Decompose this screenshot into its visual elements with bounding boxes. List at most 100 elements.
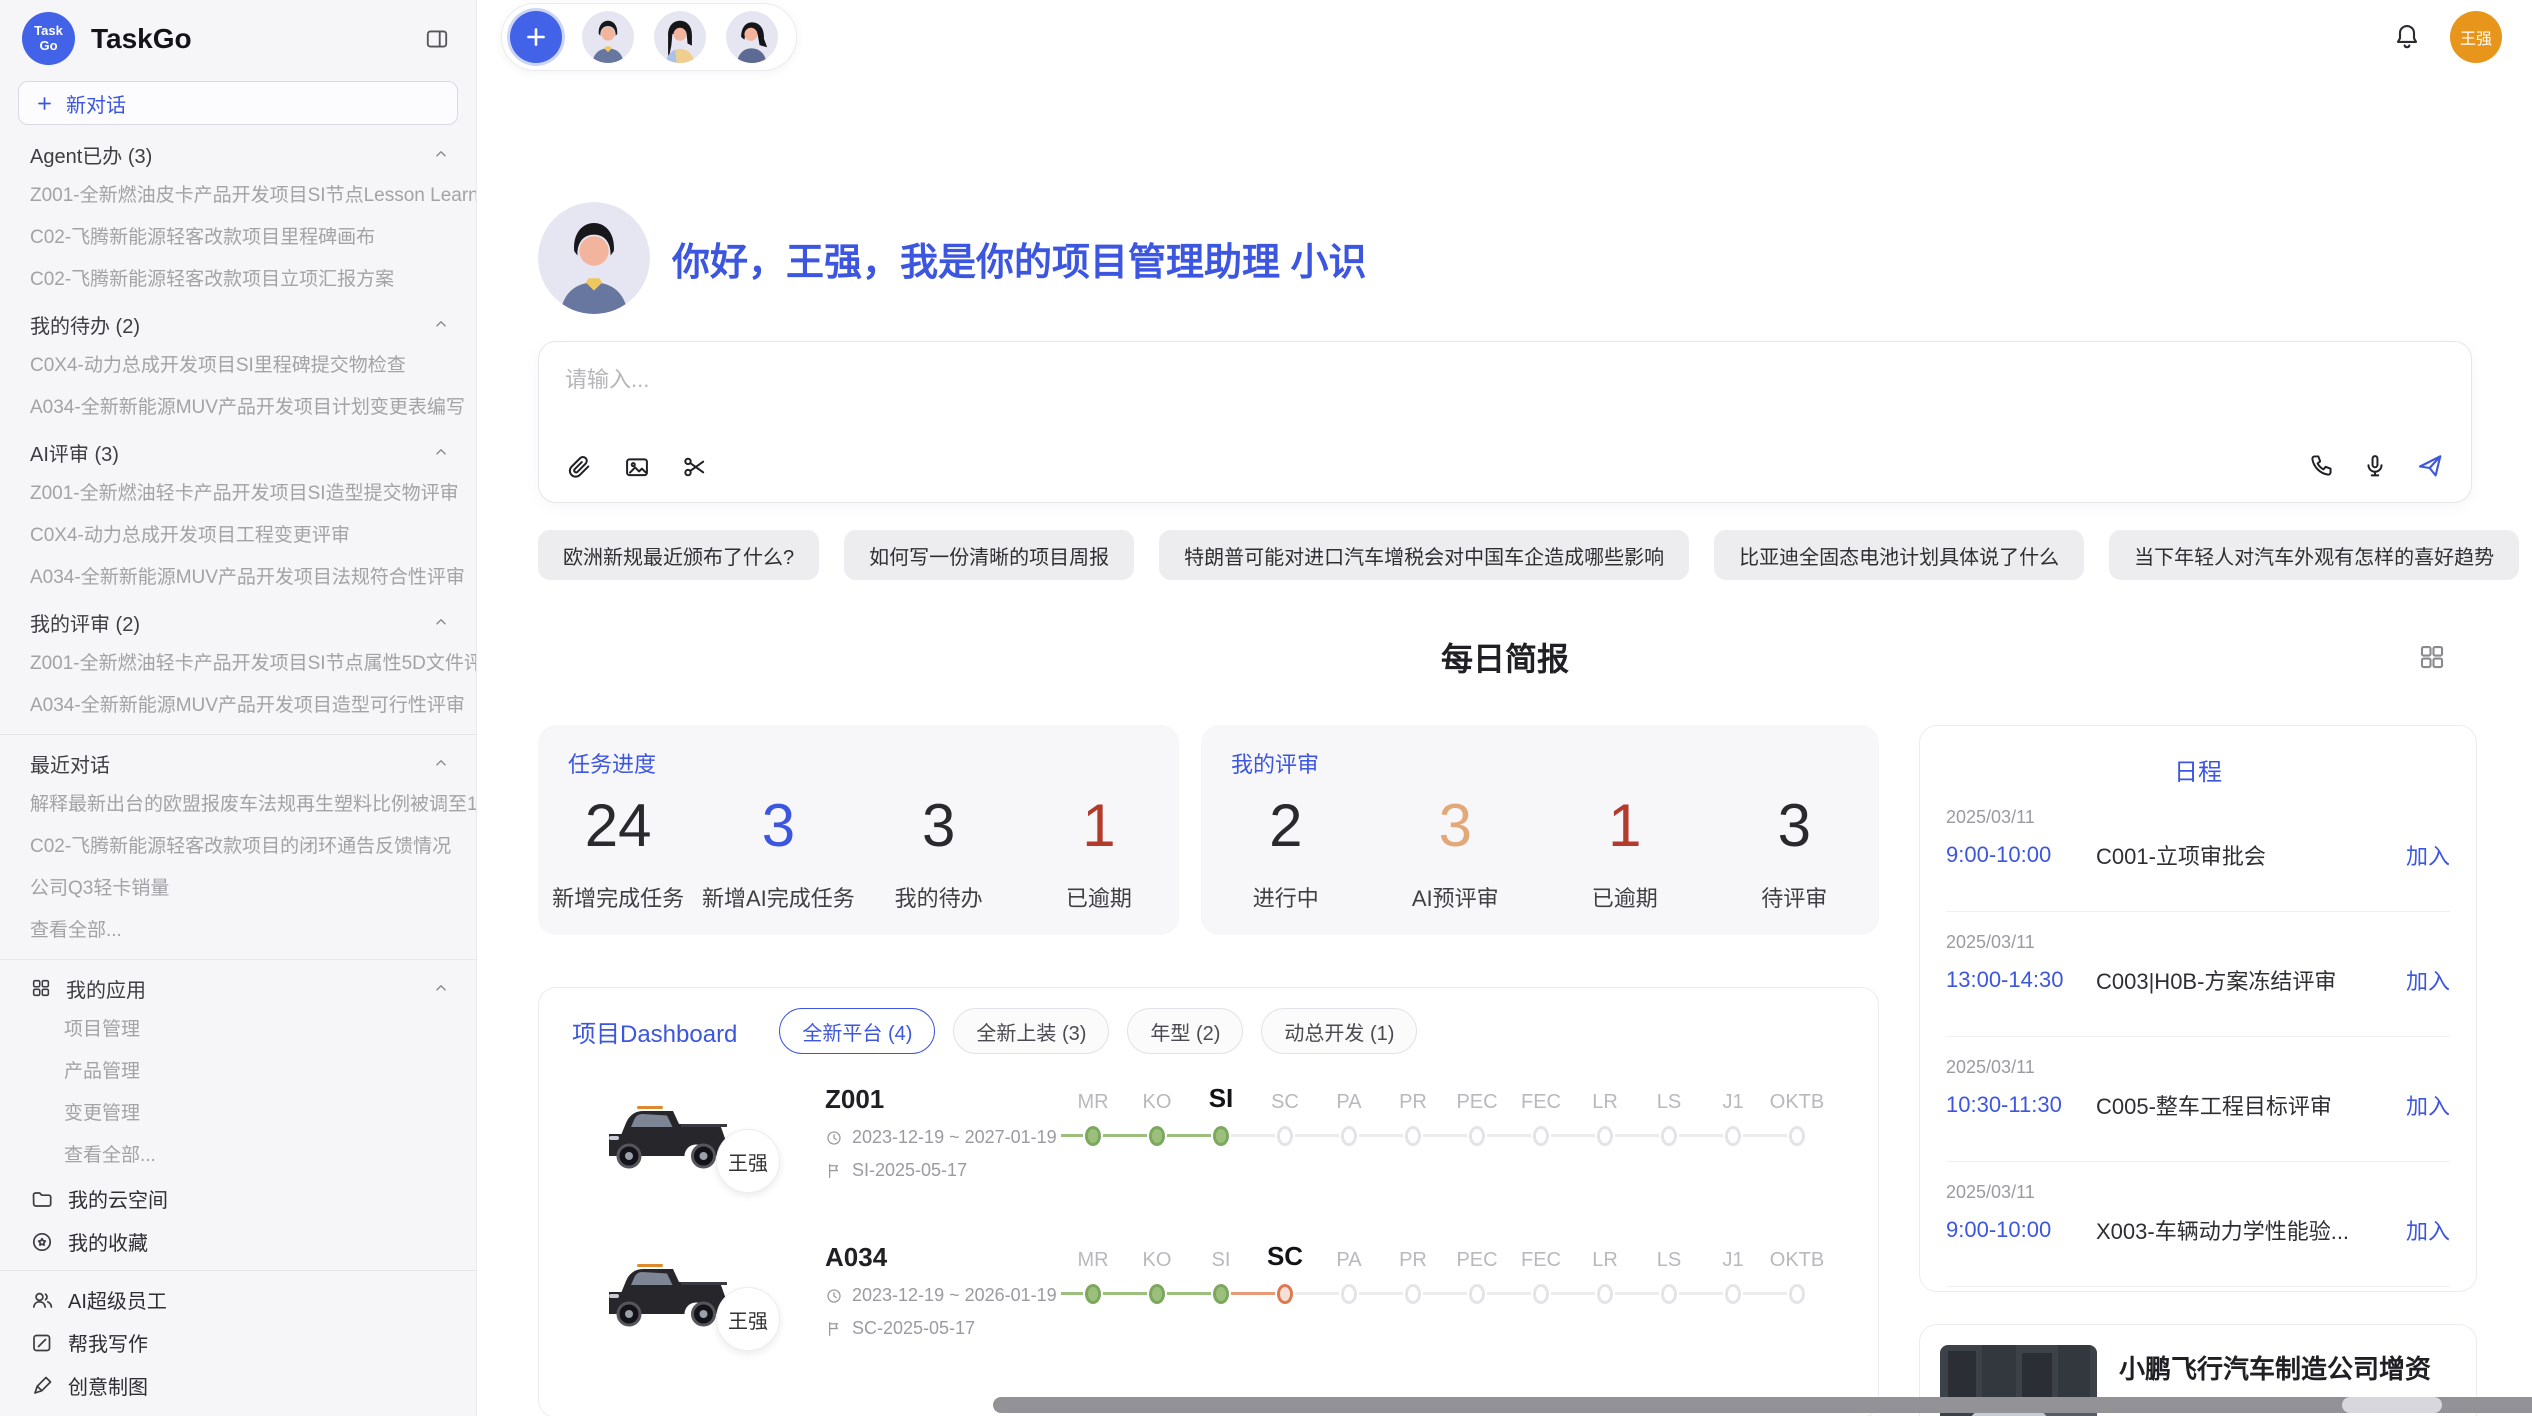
schedule-item[interactable]: 2025/03/119:00-10:00X003-车辆动力学性能验...加入 [1946,1162,2450,1287]
milestone-dot [1149,1284,1165,1304]
suggestion-chips: 欧洲新规最近颁布了什么? 如何写一份清晰的项目周报特朗普可能对进口汽车增税会对中国… [538,530,2472,580]
sidebar-item[interactable]: Z001-全新燃油轻卡产品开发项目SI造型提交物评审 [0,473,476,515]
greeting-row: 你好，王强，我是你的项目管理助理 小识 [538,202,2472,314]
news-title: 小鹏飞行汽车制造公司增资 [2119,1349,2456,1386]
write-icon [30,1331,54,1355]
milestone-track: MRKOSISCPAPRPECFECLRLSJ1OKTB [1061,1082,1829,1182]
milestone-dot [1469,1126,1485,1146]
join-meeting-button[interactable]: 加入 [2406,964,2450,996]
sidebar-item[interactable]: A034-全新新能源MUV产品开发项目造型可行性评审 [0,685,476,727]
sidebar-item[interactable]: C02-飞腾新能源轻客改款项目里程碑画布 [0,217,476,259]
milestone-dot [1085,1126,1101,1146]
sidebar-section-header[interactable]: 我的应用 [0,967,476,1009]
suggestion-chip[interactable]: 比亚迪全固态电池计划具体说了什么 [1714,530,2084,580]
sidebar-item[interactable]: 查看全部... [0,910,476,952]
stat: 3待评审 [1710,793,1880,913]
suggestion-chip[interactable]: 如何写一份清晰的项目周报 [844,530,1134,580]
milestone-label: MR [1061,1082,1125,1118]
sidebar-app-item[interactable]: 变更管理 [0,1093,476,1135]
sidebar-item-pen[interactable]: 创意制图 [0,1364,476,1407]
sidebar-section-header[interactable]: AI评审 (3) [0,431,476,473]
chat-input[interactable]: 请输入... [538,341,2472,503]
sidebar-item[interactable]: A034-全新新能源MUV产品开发项目计划变更表编写 [0,387,476,429]
dashboard-tab[interactable]: 全新上装 (3) [953,1008,1109,1054]
sidebar-item-write[interactable]: 帮我写作 [0,1321,476,1364]
sidebar-app-item[interactable]: 产品管理 [0,1051,476,1093]
dashboard-tab[interactable]: 年型 (2) [1127,1008,1243,1054]
sidebar-item[interactable]: A034-全新新能源MUV产品开发项目法规符合性评审 [0,557,476,599]
dashboard-tab[interactable]: 全新平台 (4) [779,1008,935,1054]
input-attachment-icons [565,453,709,484]
sidebar-item-badge[interactable]: 我的收藏 [0,1220,476,1263]
sidebar-nav: Agent已办 (3)Z001-全新燃油皮卡产品开发项目SI节点Lesson L… [0,125,476,1416]
sidebar-section-header[interactable]: Agent已办 (3) [0,133,476,175]
dashboard-tab[interactable]: 动总开发 (1) [1261,1008,1417,1054]
milestone-dot [1149,1126,1165,1146]
stat-value: 1 [1019,793,1179,859]
layout-grid-button[interactable] [2417,642,2447,675]
join-meeting-button[interactable]: 加入 [2406,1089,2450,1121]
sidebar-item[interactable]: Z001-全新燃油轻卡产品开发项目SI节点属性5D文件评审 [0,643,476,685]
join-meeting-button[interactable]: 加入 [2406,839,2450,871]
sidebar-item-folder[interactable]: 我的云空间 [0,1177,476,1220]
stat-label: 已逾期 [1540,881,1710,913]
add-conversation-button[interactable] [510,11,562,63]
milestone: SI [1189,1082,1253,1182]
milestone-label: PR [1381,1082,1445,1118]
suggestion-chip[interactable]: 欧洲新规最近颁布了什么? [538,530,819,580]
sidebar-item-users[interactable]: AI超级员工 [0,1278,476,1321]
sidebar-item[interactable]: Z001-全新燃油皮卡产品开发项目SI节点Lesson Learn报告 [0,175,476,217]
suggestion-chip[interactable]: 当下年轻人对汽车外观有怎样的喜好趋势 [2109,530,2519,580]
sidebar-app-item[interactable]: 查看全部... [0,1135,476,1177]
send-button[interactable] [2415,451,2445,484]
mic-button[interactable] [2361,452,2389,483]
sidebar-section-title: 我的应用 [66,974,146,1003]
schedule-event-title: C005-整车工程目标评审 [2096,1089,2406,1121]
suggestion-chip[interactable]: 特朗普可能对进口汽车增税会对中国车企造成哪些影响 [1159,530,1689,580]
project-owner-badge: 王强 [716,1129,780,1193]
project-row[interactable]: 王强Z0012023-12-19 ~ 2027-01-19SI-2025-05-… [572,1082,1878,1182]
sidebar-item[interactable]: C0X4-动力总成开发项目SI里程碑提交物检查 [0,345,476,387]
milestone: SC [1253,1082,1317,1182]
flag-icon [825,1320,843,1338]
milestone: PR [1381,1082,1445,1182]
milestone-dot [1341,1126,1357,1146]
sidebar-item[interactable]: C0X4-动力总成开发项目工程变更评审 [0,515,476,557]
milestone-dot [1405,1126,1421,1146]
stat-value: 1 [1540,793,1710,859]
schedule-item[interactable]: 2025/03/1113:00-14:30C003|H0B-方案冻结评审加入 [1946,912,2450,1037]
sidebar-item[interactable]: C02-飞腾新能源轻客改款项目立项汇报方案 [0,259,476,301]
schedule-item[interactable]: 2025/03/1110:30-11:30C005-整车工程目标评审加入 [1946,1037,2450,1162]
scissors-button[interactable] [681,453,709,484]
notifications-button[interactable] [2392,21,2422,54]
user-avatar[interactable]: 王强 [2450,11,2502,63]
stats-row: 任务进度24新增完成任务3新增AI完成任务3我的待办1已逾期我的评审2进行中3A… [538,725,1879,935]
image-button[interactable] [623,453,651,484]
milestone-label: SI [1189,1082,1253,1118]
project-row[interactable]: 王强A0342023-12-19 ~ 2026-01-19SC-2025-05-… [572,1240,1878,1340]
sidebar-section-header[interactable]: 我的评审 (2) [0,601,476,643]
stat-value: 3 [1371,793,1541,859]
sidebar-item[interactable]: 解释最新出台的欧盟报废车法规再生塑料比例被调至15%... [0,784,476,826]
schedule-item[interactable]: 2025/03/119:00-10:00C001-立项审批会加入 [1946,787,2450,912]
stat-card: 任务进度24新增完成任务3新增AI完成任务3我的待办1已逾期 [538,725,1179,935]
sidebar-app-item[interactable]: 项目管理 [0,1009,476,1051]
sidebar-item-label: 创意制图 [68,1371,148,1400]
scrollbar-thumb[interactable] [993,1397,2532,1413]
new-chat-button[interactable]: 新对话 [18,81,458,125]
sidebar-section-header[interactable]: 我的待办 (2) [0,303,476,345]
stat: 2进行中 [1201,793,1371,913]
milestone: FEC [1509,1240,1573,1340]
assistant-avatar [538,202,650,314]
greeting-text: 你好，王强，我是你的项目管理助理 小识 [672,231,1367,286]
horizontal-scrollbar [977,1397,2522,1413]
milestone: PEC [1445,1240,1509,1340]
join-meeting-button[interactable]: 加入 [2406,1214,2450,1246]
stat-label: 新增完成任务 [538,881,698,913]
phone-button[interactable] [2307,452,2335,483]
sidebar-item[interactable]: C02-飞腾新能源轻客改款项目的闭环通告反馈情况 [0,826,476,868]
milestone-dot [1661,1284,1677,1304]
sidebar-item[interactable]: 公司Q3轻卡销量 [0,868,476,910]
sidebar-section-header[interactable]: 最近对话 [0,742,476,784]
paperclip-button[interactable] [565,453,593,484]
